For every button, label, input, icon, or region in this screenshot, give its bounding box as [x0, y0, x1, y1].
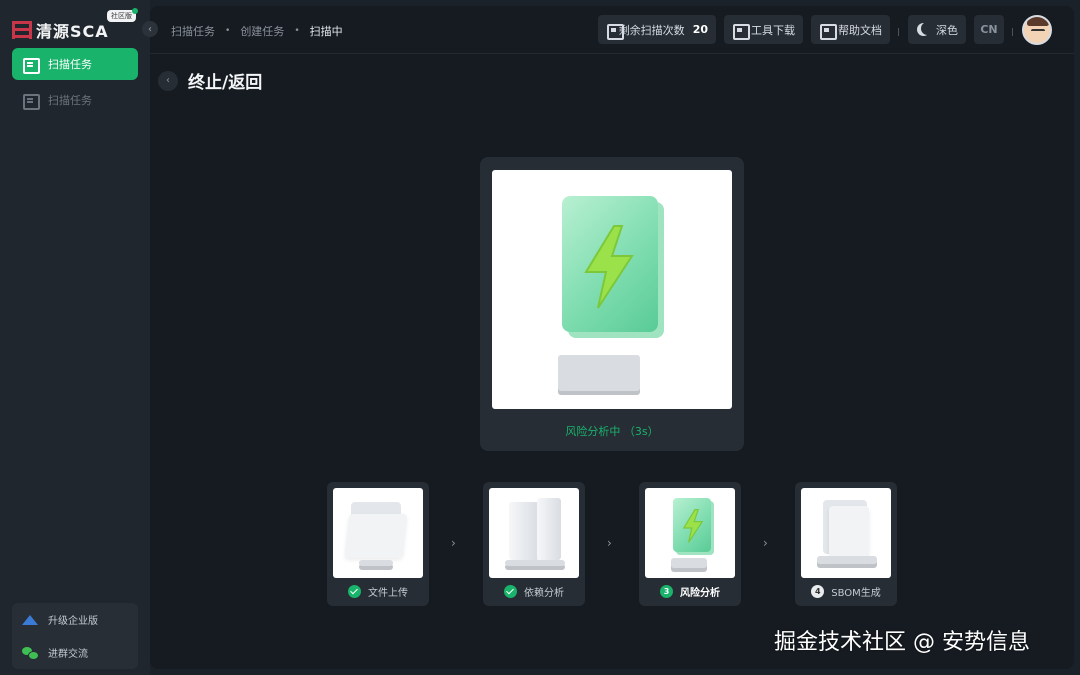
theme-label: 深色: [936, 23, 958, 37]
language-label: CN: [980, 23, 998, 36]
sidebar: 清源SCA 社区版 扫描任务 扫描任务 升级企业版 进群交流: [0, 0, 150, 675]
watermark: 掘金技术社区 @ 安势信息: [774, 630, 1030, 655]
step-label-text: 文件上传: [368, 588, 408, 599]
join-group-link[interactable]: 进群交流: [12, 636, 138, 669]
step-label-text: 风险分析: [680, 588, 720, 599]
step-sbom-generation: 4 SBOM生成: [795, 482, 897, 606]
help-docs-button[interactable]: 帮助文档: [811, 15, 890, 44]
help-docs-label: 帮助文档: [838, 23, 882, 37]
toolbar-divider: [1012, 28, 1013, 36]
wechat-icon: [22, 646, 39, 660]
step-number-badge: 4: [811, 585, 825, 598]
step-illustration: [645, 488, 735, 578]
server-icon: [537, 498, 561, 560]
top-bar: 扫描任务 • 创建任务 • 扫描中 剩余扫描次数 20 工具下载 帮助文档 深色…: [150, 6, 1074, 54]
step-file-upload: 文件上传: [327, 482, 429, 606]
step-illustration: [333, 488, 423, 578]
user-avatar[interactable]: [1022, 15, 1052, 45]
chevron-right-icon: ›: [451, 536, 456, 550]
step-illustration: [801, 488, 891, 578]
risk-analysis-illustration: [492, 170, 732, 409]
tool-download-button[interactable]: 工具下载: [724, 15, 803, 44]
page-title-stop-return[interactable]: 终止/返回: [188, 68, 262, 93]
breadcrumb-separator: •: [225, 26, 231, 36]
logo-mark-icon: [12, 21, 32, 39]
remaining-scans-count: 20: [692, 23, 708, 36]
moon-icon: [916, 23, 929, 37]
breadcrumb-item-create-task[interactable]: 创建任务: [240, 23, 284, 39]
check-circle-icon: [504, 585, 517, 598]
server-base: [505, 560, 565, 566]
server-icon: [509, 502, 539, 560]
tool-download-label: 工具下载: [751, 23, 795, 37]
toolbar-divider: [898, 28, 899, 36]
sidebar-item-scan-tasks-2[interactable]: 扫描任务: [12, 84, 138, 116]
breadcrumb-item-scan-tasks[interactable]: 扫描任务: [171, 23, 215, 39]
step-label: 4 SBOM生成: [795, 584, 897, 599]
step-label: 依赖分析: [483, 584, 585, 599]
chevron-left-icon: ‹: [166, 75, 170, 86]
back-button[interactable]: ‹: [158, 70, 178, 91]
document-sheet: [829, 506, 869, 558]
remaining-scans-label: 剩余扫描次数: [618, 23, 685, 37]
theme-toggle-button[interactable]: 深色: [908, 15, 966, 44]
download-icon: [732, 23, 750, 40]
step-label: 3 风险分析: [639, 584, 741, 599]
step-dependency-analysis: 依赖分析: [483, 482, 585, 606]
stand-base: [558, 355, 640, 391]
sidebar-collapse-button[interactable]: ‹: [142, 21, 158, 37]
step-label: 文件上传: [327, 584, 429, 599]
logo-text: 清源SCA: [36, 22, 109, 41]
scan-count-icon: [606, 23, 624, 40]
sidebar-item-label: 扫描任务: [48, 94, 92, 107]
document-icon: [819, 23, 837, 40]
step-illustration: [489, 488, 579, 578]
hero-status-text: 风险分析中 （3s）: [565, 425, 659, 438]
breadcrumb: 扫描任务 • 创建任务 • 扫描中: [171, 23, 343, 39]
breadcrumb-separator: •: [294, 26, 300, 36]
breadcrumb-item-scanning: 扫描中: [309, 25, 343, 38]
step-label-text: SBOM生成: [831, 588, 881, 599]
lightning-icon: [584, 225, 634, 309]
step-label-text: 依赖分析: [524, 588, 564, 599]
stand-base: [671, 558, 707, 568]
upgrade-label: 升级企业版: [48, 616, 98, 627]
crown-icon: [22, 613, 38, 627]
check-circle-icon: [348, 585, 361, 598]
badge-dot-icon: [132, 8, 138, 14]
step-number-badge: 3: [660, 585, 673, 598]
sidebar-bottom-panel: 升级企业版 进群交流: [12, 603, 138, 669]
main-panel: 扫描任务 • 创建任务 • 扫描中 剩余扫描次数 20 工具下载 帮助文档 深色…: [150, 6, 1074, 669]
lightning-icon: [682, 509, 704, 543]
chevron-left-icon: ‹: [148, 23, 152, 35]
scroll-icon: [22, 57, 40, 74]
step-risk-analysis: 3 风险分析: [639, 482, 741, 606]
logo[interactable]: 清源SCA: [12, 18, 109, 42]
join-group-label: 进群交流: [48, 649, 88, 660]
chevron-right-icon: ›: [607, 536, 612, 550]
scroll-icon: [22, 93, 40, 110]
folder-front: [344, 514, 408, 558]
remaining-scans-button[interactable]: 剩余扫描次数 20: [598, 15, 716, 44]
upgrade-enterprise-link[interactable]: 升级企业版: [12, 603, 138, 636]
page-header: ‹ 终止/返回: [158, 68, 262, 93]
sidebar-item-scan-tasks[interactable]: 扫描任务: [12, 48, 138, 80]
chevron-right-icon: ›: [763, 536, 768, 550]
sidebar-item-label: 扫描任务: [48, 58, 92, 71]
current-stage-card: 风险分析中 （3s）: [480, 157, 744, 451]
language-toggle-button[interactable]: CN: [974, 15, 1004, 44]
folder-stand: [359, 560, 393, 566]
document-base: [817, 556, 877, 564]
